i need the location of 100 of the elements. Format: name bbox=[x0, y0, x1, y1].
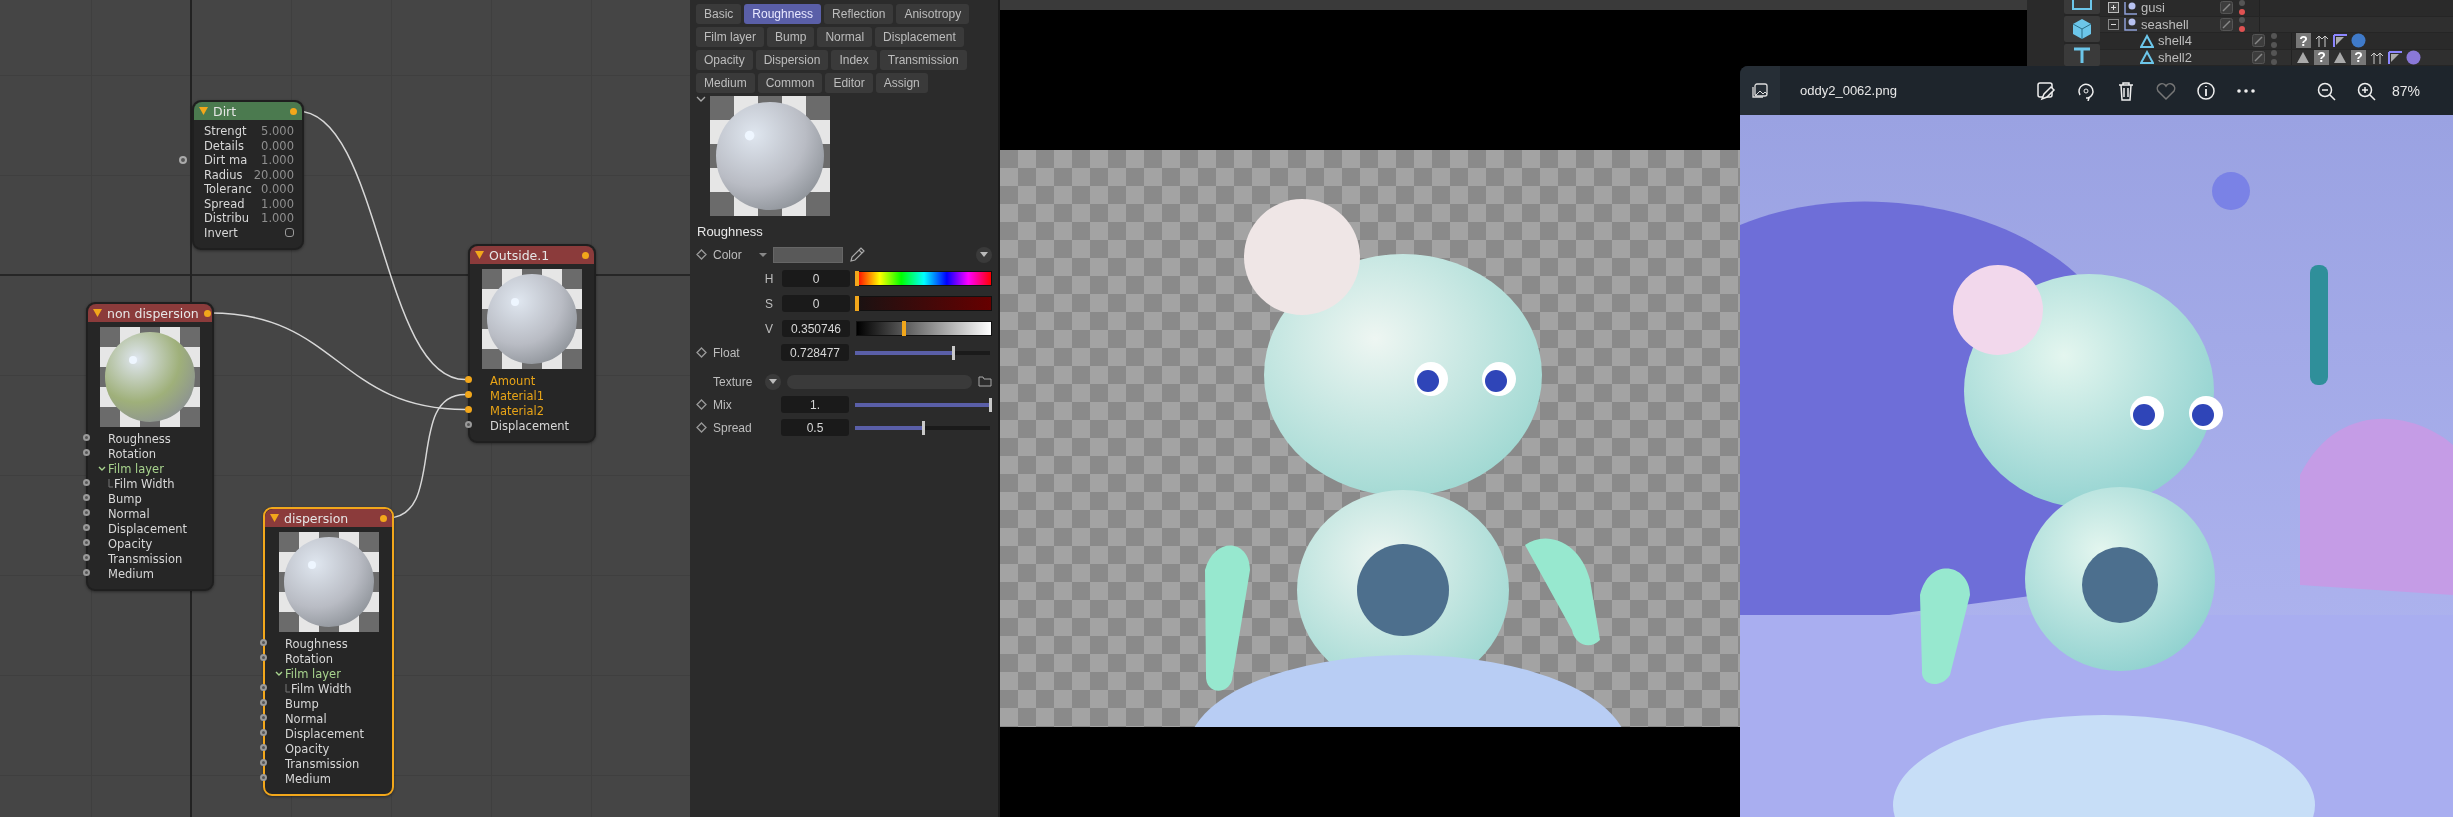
tab[interactable]: Film layer bbox=[696, 27, 764, 47]
render-dot[interactable] bbox=[2239, 9, 2245, 16]
keyframe-icon[interactable] bbox=[696, 249, 707, 260]
slider-handle[interactable] bbox=[952, 345, 956, 360]
gradient-bar[interactable] bbox=[856, 296, 992, 311]
input-pin[interactable] bbox=[260, 654, 267, 661]
sphere-tag-icon[interactable] bbox=[2351, 33, 2366, 49]
input-pin[interactable] bbox=[465, 376, 472, 383]
object-name[interactable]: seashell bbox=[2141, 16, 2189, 32]
tab[interactable]: Opacity bbox=[696, 50, 753, 70]
arrows-icon[interactable] bbox=[2315, 34, 2329, 48]
gradient-bar[interactable] bbox=[856, 271, 992, 286]
gradient-bar[interactable] bbox=[856, 321, 992, 336]
edit-toggle-icon[interactable] bbox=[2220, 1, 2233, 15]
chevron-down-icon[interactable] bbox=[275, 670, 283, 677]
param-value[interactable]: 0.000 bbox=[261, 138, 294, 153]
render-dot[interactable] bbox=[2239, 25, 2245, 32]
input-pin[interactable] bbox=[465, 406, 472, 413]
collapse-icon[interactable] bbox=[270, 514, 279, 522]
tab[interactable]: Reflection bbox=[824, 4, 894, 24]
collapse-box-icon[interactable] bbox=[2108, 18, 2119, 30]
output-pin[interactable] bbox=[582, 251, 589, 259]
input-pin[interactable] bbox=[83, 524, 90, 531]
input-pin[interactable] bbox=[465, 421, 472, 428]
param-value[interactable]: 5.000 bbox=[261, 124, 294, 139]
slider-handle[interactable] bbox=[989, 397, 992, 412]
node-card[interactable]: non dispersion Roughness Rotation Film layer Film Width Bump Normal Displacement Opacity Transmission Medium bbox=[86, 302, 214, 591]
input-pin[interactable] bbox=[83, 479, 90, 486]
slider-marker[interactable] bbox=[902, 321, 906, 336]
tool-button[interactable] bbox=[2064, 16, 2100, 42]
input-pin[interactable] bbox=[465, 391, 472, 398]
input-pin[interactable] bbox=[260, 699, 267, 706]
folder-icon[interactable] bbox=[978, 376, 992, 387]
visibility-dot[interactable] bbox=[2271, 49, 2277, 56]
checkbox[interactable] bbox=[285, 228, 294, 238]
tab[interactable]: Common bbox=[757, 73, 823, 93]
keyframe-icon[interactable] bbox=[696, 347, 707, 358]
caret-icon[interactable] bbox=[759, 251, 767, 258]
keyframe-icon[interactable] bbox=[696, 422, 707, 433]
color-swatch[interactable] bbox=[773, 246, 843, 263]
arrows-icon[interactable] bbox=[2370, 50, 2384, 64]
collapse-icon[interactable] bbox=[475, 251, 484, 259]
edit-toggle-icon[interactable] bbox=[2252, 50, 2265, 64]
input-pin[interactable] bbox=[83, 509, 90, 516]
input-pin[interactable] bbox=[260, 639, 267, 646]
tab[interactable]: Basic bbox=[696, 4, 742, 24]
input-pin[interactable] bbox=[260, 729, 267, 736]
edit-toggle-icon[interactable] bbox=[2252, 34, 2265, 48]
dropdown-button[interactable] bbox=[976, 246, 992, 263]
triangle-icon[interactable] bbox=[2296, 51, 2310, 64]
object-name[interactable]: gusi bbox=[2141, 0, 2165, 16]
input-pin[interactable] bbox=[260, 744, 267, 751]
group-label[interactable]: Film layer bbox=[285, 666, 341, 681]
number-field[interactable]: 0.728477 bbox=[781, 344, 849, 361]
edit-toggle-icon[interactable] bbox=[2220, 17, 2233, 31]
render-dot[interactable] bbox=[2271, 58, 2277, 65]
tab[interactable]: Index bbox=[831, 50, 877, 70]
slider-handle[interactable] bbox=[921, 420, 925, 435]
gallery-icon[interactable] bbox=[1752, 82, 1768, 99]
input-pin[interactable] bbox=[83, 449, 90, 456]
number-field[interactable]: 0 bbox=[782, 295, 850, 312]
input-pin[interactable] bbox=[260, 774, 267, 781]
corner-tag-icon[interactable] bbox=[2333, 34, 2347, 48]
output-pin[interactable] bbox=[203, 309, 211, 317]
param-value[interactable]: 1.000 bbox=[261, 196, 294, 211]
tab[interactable]: Displacement bbox=[875, 27, 964, 47]
input-pin[interactable] bbox=[83, 569, 90, 576]
corner-tag-icon[interactable] bbox=[2388, 50, 2402, 64]
number-field[interactable]: 0 bbox=[782, 270, 850, 287]
unknown-tag[interactable]: ? bbox=[2296, 33, 2311, 49]
visibility-dot[interactable] bbox=[2239, 0, 2245, 7]
number-field[interactable]: 0.350746 bbox=[782, 320, 850, 337]
tool-button[interactable] bbox=[2064, 43, 2100, 66]
tab[interactable]: Dispersion bbox=[755, 50, 829, 70]
eyedropper-icon[interactable] bbox=[849, 246, 865, 263]
object-name[interactable]: shell2 bbox=[2158, 49, 2192, 65]
param-value[interactable]: 0.000 bbox=[261, 182, 294, 197]
node-card[interactable]: dispersion Roughness Rotation Film layer Film Width Bump Normal Displacement Opacity Transmission Medium bbox=[263, 507, 394, 796]
slider-marker[interactable] bbox=[855, 271, 859, 286]
param-value[interactable]: 20.000 bbox=[253, 167, 294, 182]
keyframe-icon[interactable] bbox=[696, 399, 707, 410]
triangle-icon[interactable] bbox=[2333, 51, 2347, 64]
visibility-dot[interactable] bbox=[2239, 16, 2245, 23]
slider-marker[interactable] bbox=[855, 296, 859, 311]
tab[interactable]: Editor bbox=[825, 73, 873, 93]
tab[interactable]: Transmission bbox=[879, 50, 967, 70]
chevron-down-icon[interactable] bbox=[696, 96, 706, 102]
input-pin[interactable] bbox=[260, 714, 267, 721]
number-field[interactable]: 1. bbox=[781, 396, 849, 413]
input-pin[interactable] bbox=[179, 156, 187, 164]
group-label[interactable]: Film layer bbox=[108, 461, 164, 476]
object-name[interactable]: shell4 bbox=[2158, 33, 2192, 49]
tab[interactable]: Normal bbox=[817, 27, 873, 47]
param-value[interactable]: 1.000 bbox=[261, 211, 294, 226]
expand-box-icon[interactable] bbox=[2108, 2, 2119, 14]
sphere-tag-icon[interactable] bbox=[2406, 49, 2421, 65]
param-value[interactable]: 1.000 bbox=[261, 153, 294, 168]
chevron-down-icon[interactable] bbox=[98, 465, 106, 472]
node-card[interactable]: Outside.1 Amount Material1 Material2 Displacement bbox=[468, 244, 596, 443]
visibility-dot[interactable] bbox=[2271, 33, 2277, 40]
